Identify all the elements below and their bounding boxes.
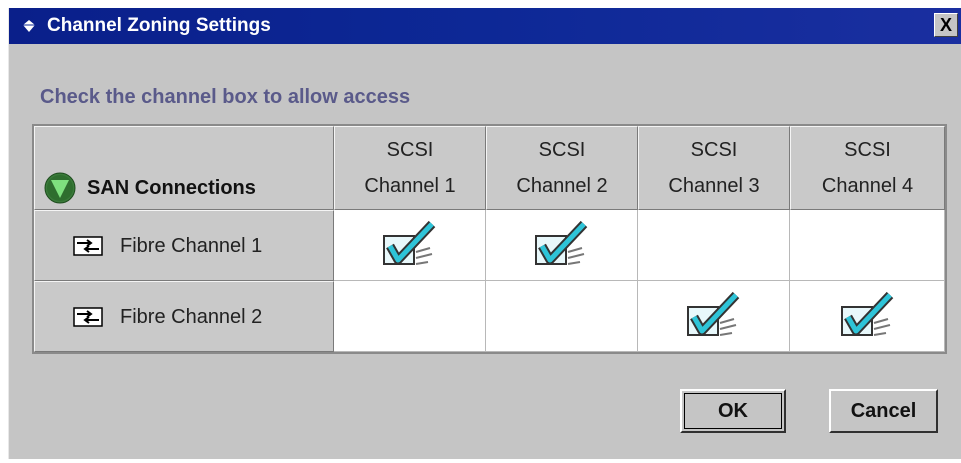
zone-cell[interactable] (334, 210, 486, 281)
column-header-line2: Channel 4 (821, 175, 914, 197)
zone-cell[interactable] (638, 281, 790, 352)
column-header-scsi-channel-2: SCSI Channel 2 (486, 126, 638, 210)
zone-cell[interactable] (638, 210, 790, 281)
row-label: Fibre Channel 2 (120, 306, 263, 328)
column-header-line1: SCSI (844, 139, 891, 161)
channel-zoning-dialog: Channel Zoning Settings X Check the chan… (8, 8, 961, 459)
zone-cell[interactable] (790, 281, 945, 352)
column-header-scsi-channel-3: SCSI Channel 3 (638, 126, 790, 210)
column-header-line1: SCSI (386, 139, 434, 161)
row-header-fibre-channel-2: Fibre Channel 2 (34, 281, 334, 352)
corner-header: SAN Connections (34, 126, 334, 210)
column-header-scsi-channel-4: SCSI Channel 4 (790, 126, 945, 210)
window-title: Channel Zoning Settings (47, 15, 271, 36)
column-header-scsi-channel-1: SCSI Channel 1 (334, 126, 486, 210)
cancel-button[interactable]: Cancel (829, 389, 938, 433)
row-label: Fibre Channel 1 (120, 235, 263, 257)
ok-button[interactable]: OK (680, 389, 786, 433)
checkmark-icon (840, 291, 893, 336)
column-header-line2: Channel 3 (668, 175, 760, 197)
column-header-line2: Channel 2 (516, 175, 608, 197)
row-header-fibre-channel-1: Fibre Channel 1 (34, 210, 334, 281)
column-header-line1: SCSI (538, 139, 586, 161)
checkmark-icon (535, 220, 588, 265)
fibre-channel-icon (73, 307, 103, 327)
zoning-table: SAN Connections SCSI Channel 1 SCSI Chan… (32, 124, 947, 354)
column-header-line1: SCSI (690, 139, 738, 161)
column-header-line2: Channel 1 (364, 175, 456, 197)
close-button[interactable]: X (934, 13, 958, 37)
zone-cell[interactable] (486, 210, 638, 281)
san-connections-icon (44, 172, 76, 204)
fibre-channel-icon (73, 236, 103, 256)
san-connections-label: SAN Connections (87, 177, 256, 199)
diamond-icon (23, 20, 35, 32)
title-bar[interactable]: Channel Zoning Settings X (9, 8, 961, 44)
zone-cell[interactable] (790, 210, 945, 281)
zone-cell[interactable] (486, 281, 638, 352)
zone-cell[interactable] (334, 281, 486, 352)
checkmark-icon (687, 291, 740, 336)
checkmark-icon (383, 220, 436, 265)
instruction-text: Check the channel box to allow access (40, 86, 411, 108)
